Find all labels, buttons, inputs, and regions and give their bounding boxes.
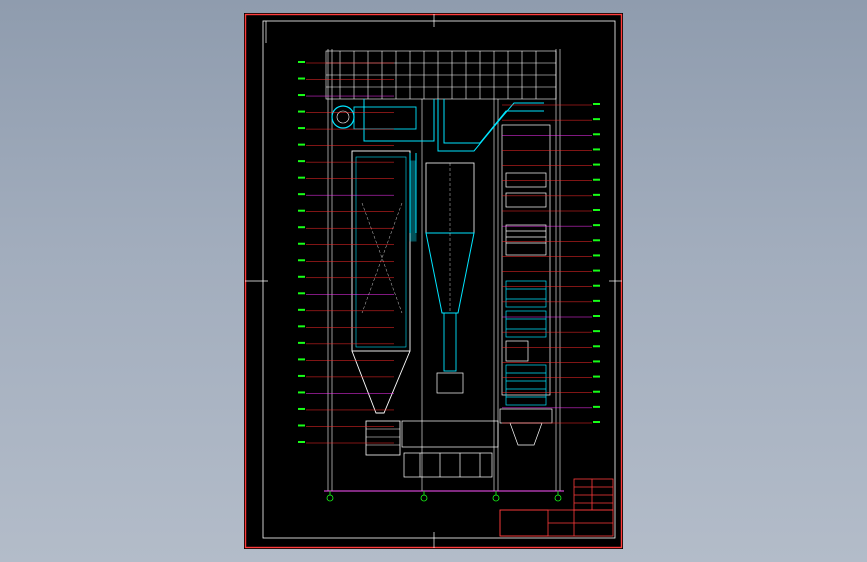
callout-tag: [298, 242, 305, 245]
leader-lines-left: [298, 61, 394, 444]
callout-tag: [298, 259, 305, 262]
callout-tag: [298, 143, 305, 146]
callout-tag: [593, 315, 600, 317]
callout-tag: [298, 209, 305, 212]
callout-tag: [298, 77, 305, 80]
callout-tag: [298, 441, 305, 443]
callout-tag: [298, 176, 305, 179]
callout-tag: [593, 375, 600, 378]
callout-tag: [298, 94, 305, 97]
callout-tag: [298, 110, 305, 113]
callout-tag: [593, 163, 600, 166]
air-preheater-icon: [499, 364, 553, 446]
callout-tag: [593, 209, 600, 211]
steel-frame-top: [325, 50, 557, 100]
callout-tag: [593, 269, 600, 272]
boiler-furnace-icon: [351, 150, 411, 456]
boiler-general-arrangement-drawing: [244, 13, 623, 549]
boiler-structure: [325, 49, 561, 491]
callout-tag: [298, 374, 305, 377]
callout-tag: [593, 284, 600, 287]
callout-tag: [593, 345, 600, 348]
callout-tag: [593, 330, 600, 333]
callout-tag: [593, 103, 600, 105]
callout-tag: [298, 424, 305, 427]
callout-tag: [298, 358, 305, 361]
callout-tag: [593, 299, 600, 302]
callout-tag: [593, 133, 600, 136]
callout-tag: [298, 341, 305, 344]
leader-lines-right: [502, 103, 600, 424]
callout-tag: [298, 226, 305, 229]
callout-tag: [593, 390, 600, 393]
callout-tag: [298, 308, 305, 311]
callout-tag: [593, 178, 600, 181]
inner-frame: [262, 20, 616, 539]
callout-tag: [298, 325, 305, 328]
callout-tag: [593, 239, 600, 242]
steam-drum-icon: [331, 105, 417, 130]
cyclone-separator-icon: [425, 162, 475, 394]
cad-viewport[interactable]: [0, 0, 867, 562]
callout-tag: [298, 193, 305, 196]
grid-axis-markers: [326, 491, 562, 502]
bottom-ducting: [401, 420, 499, 478]
callout-tag: [298, 275, 305, 278]
callout-tag: [298, 292, 305, 295]
callout-tag: [593, 421, 600, 423]
callout-tag: [593, 405, 600, 408]
callout-tag: [593, 118, 600, 121]
drawing-sheet: [244, 13, 623, 549]
callout-tag: [593, 148, 600, 151]
callout-tag: [298, 407, 305, 410]
callout-tag: [298, 61, 305, 63]
callout-tag: [298, 127, 305, 130]
callout-tag: [298, 391, 305, 394]
callout-tag: [298, 160, 305, 163]
callout-tag: [593, 254, 600, 257]
title-block: [499, 478, 614, 537]
callout-tag: [593, 224, 600, 227]
callout-tag: [593, 193, 600, 196]
callout-tag: [593, 360, 600, 363]
